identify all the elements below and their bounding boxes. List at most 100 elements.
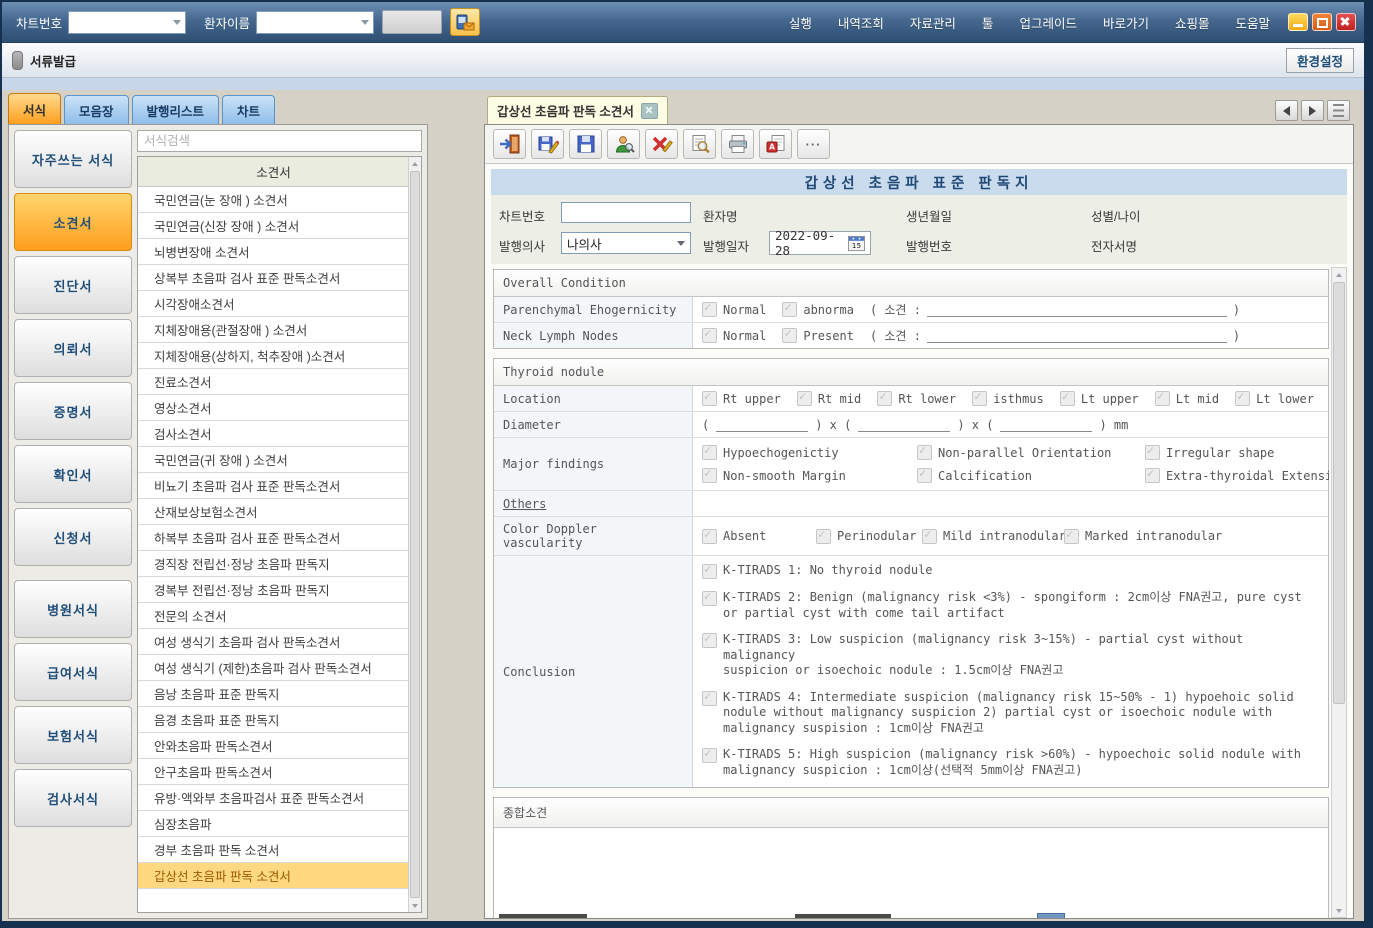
- category-button-5[interactable]: 확인서: [14, 445, 132, 503]
- checkbox-option[interactable]: Perinodular: [816, 529, 922, 544]
- checkbox-option[interactable]: Rt mid: [797, 391, 861, 406]
- pdf-export-button[interactable]: A: [759, 129, 792, 159]
- blank-line[interactable]: [858, 418, 950, 432]
- form-search-input[interactable]: [137, 130, 422, 152]
- preview-button[interactable]: [683, 129, 716, 159]
- form-list-item[interactable]: 여성 생식기 초음파 검사 판독소견서: [138, 629, 409, 655]
- top-menu-item[interactable]: 바로가기: [1103, 13, 1149, 32]
- category-button-9[interactable]: 보험서식: [14, 706, 132, 764]
- checkbox-option[interactable]: Rt lower: [877, 391, 956, 406]
- top-menu-item[interactable]: 도움말: [1235, 13, 1270, 32]
- form-list-item[interactable]: 갑상선 초음파 판독 소견서: [138, 863, 409, 889]
- conclusion-option[interactable]: K-TIRADS 5: High suspicion (malignancy r…: [702, 747, 1319, 778]
- form-list-item[interactable]: 안구초음파 판독소견서: [138, 759, 409, 785]
- summary-textarea[interactable]: [494, 828, 1328, 918]
- tab-scroll-left-button[interactable]: [1275, 100, 1298, 121]
- category-button-7[interactable]: 병원서식: [14, 580, 132, 638]
- checkbox-option[interactable]: Normal: [702, 302, 766, 317]
- minimize-icon[interactable]: [1288, 13, 1308, 31]
- scroll-up-icon[interactable]: [409, 157, 421, 170]
- patient-search-button[interactable]: [382, 10, 442, 34]
- issue-date-field[interactable]: 2022-09-28 15: [769, 231, 871, 255]
- form-list-item[interactable]: 경복부 전립선·정낭 초음파 판독지: [138, 577, 409, 603]
- form-list-item[interactable]: 상복부 초음파 검사 표준 판독소견서: [138, 265, 409, 291]
- category-button-2[interactable]: 진단서: [14, 256, 132, 314]
- top-menu-item[interactable]: 실행: [789, 13, 812, 32]
- conclusion-option[interactable]: K-TIRADS 1: No thyroid nodule: [702, 563, 1319, 579]
- form-scrollbar[interactable]: [1331, 267, 1347, 918]
- form-list-item[interactable]: 경직장 전립선·정낭 초음파 판독지: [138, 551, 409, 577]
- checkbox-option[interactable]: abnorma: [782, 302, 854, 317]
- form-list-item[interactable]: 음낭 초음파 표준 판독지: [138, 681, 409, 707]
- top-menu-item[interactable]: 툴: [982, 13, 994, 32]
- more-button[interactable]: ···: [797, 129, 830, 159]
- checkbox-option[interactable]: Normal: [702, 328, 766, 343]
- restore-icon[interactable]: [1312, 13, 1332, 31]
- checkbox-option[interactable]: Mild intranodular: [922, 529, 1064, 544]
- form-list-item[interactable]: 심장초음파: [138, 811, 409, 837]
- form-list-item[interactable]: 여성 생식기 (제한)초음파 검사 판독소견서: [138, 655, 409, 681]
- form-list-item[interactable]: 시각장애소견서: [138, 291, 409, 317]
- checkbox-option[interactable]: Calcification: [917, 468, 1145, 483]
- form-list-item[interactable]: 안와초음파 판독소견서: [138, 733, 409, 759]
- tab-list-button[interactable]: [1327, 100, 1350, 121]
- doctor-select[interactable]: 나의사: [561, 232, 691, 254]
- checkbox-option[interactable]: isthmus: [972, 391, 1044, 406]
- category-button-6[interactable]: 신청서: [14, 508, 132, 566]
- checkbox-option[interactable]: Marked intranodular: [1064, 529, 1319, 544]
- tab-close-icon[interactable]: [641, 103, 658, 119]
- checkbox-option[interactable]: Hypoechogenictiy: [702, 445, 917, 460]
- conclusion-option[interactable]: K-TIRADS 4: Intermediate suspicion (mali…: [702, 690, 1319, 737]
- form-list-item[interactable]: 산재보상보험소견서: [138, 499, 409, 525]
- chart-no-input[interactable]: [561, 202, 691, 223]
- left-tab-1[interactable]: 모음장: [64, 95, 129, 124]
- conclusion-option[interactable]: K-TIRADS 3: Low suspicion (malignancy ri…: [702, 632, 1319, 679]
- checkbox-option[interactable]: Absent: [702, 529, 816, 544]
- form-list-item[interactable]: 하복부 초음파 검사 표준 판독소견서: [138, 525, 409, 551]
- scrollbar-thumb[interactable]: [410, 171, 420, 898]
- scrollbar-thumb[interactable]: [1333, 282, 1345, 704]
- form-list-item[interactable]: 지체장애용(관절장애 ) 소견서: [138, 317, 409, 343]
- checkbox-option[interactable]: Extra-thyroidal Extension: [1145, 468, 1329, 483]
- chart-no-combobox[interactable]: [68, 11, 186, 34]
- form-list-item[interactable]: 경부 초음파 판독 소견서: [138, 837, 409, 863]
- sms-send-button[interactable]: [450, 8, 480, 36]
- category-button-3[interactable]: 의뢰서: [14, 319, 132, 377]
- save-button[interactable]: [569, 129, 602, 159]
- form-list-item[interactable]: 음경 초음파 표준 판독지: [138, 707, 409, 733]
- left-tab-0[interactable]: 서식: [8, 93, 61, 124]
- checkbox-option[interactable]: Lt lower: [1235, 391, 1314, 406]
- checkbox-option[interactable]: Lt upper: [1060, 391, 1139, 406]
- user-search-button[interactable]: [607, 129, 640, 159]
- scroll-up-icon[interactable]: [1332, 268, 1346, 281]
- settings-button[interactable]: 환경설정: [1286, 48, 1354, 73]
- form-list-item[interactable]: 국민연금(신장 장애 ) 소견서: [138, 213, 409, 239]
- form-list-scrollbar[interactable]: [408, 157, 421, 912]
- top-menu-item[interactable]: 쇼핑몰: [1175, 13, 1210, 32]
- checkbox-option[interactable]: Rt upper: [702, 391, 781, 406]
- top-menu-item[interactable]: 업그레이드: [1019, 13, 1077, 32]
- top-menu-item[interactable]: 자료관리: [910, 13, 956, 32]
- category-button-4[interactable]: 증명서: [14, 382, 132, 440]
- blank-line[interactable]: [927, 329, 1227, 343]
- left-tab-3[interactable]: 차트: [222, 95, 275, 124]
- left-tab-2[interactable]: 발행리스트: [132, 95, 220, 124]
- conclusion-option[interactable]: K-TIRADS 2: Benign (malignancy risk <3%)…: [702, 590, 1319, 621]
- document-tab[interactable]: 갑상선 초음파 판독 소견서: [487, 96, 668, 124]
- form-list-item[interactable]: 국민연금(귀 장애 ) 소견서: [138, 447, 409, 473]
- checkbox-option[interactable]: Present: [782, 328, 854, 343]
- blank-line[interactable]: [927, 303, 1227, 317]
- checkbox-option[interactable]: Non-parallel Orientation: [917, 445, 1145, 460]
- patient-name-combobox[interactable]: [256, 11, 374, 34]
- form-list-item[interactable]: 뇌병변장애 소견서: [138, 239, 409, 265]
- blank-line[interactable]: [1000, 418, 1092, 432]
- form-list-item[interactable]: 국민연금(눈 장애 ) 소견서: [138, 187, 409, 213]
- checkbox-option[interactable]: Lt mid: [1155, 391, 1219, 406]
- close-icon[interactable]: [1336, 13, 1356, 31]
- form-list-item[interactable]: 비뇨기 초음파 검사 표준 판독소견서: [138, 473, 409, 499]
- category-button-8[interactable]: 급여서식: [14, 643, 132, 701]
- scroll-down-icon[interactable]: [1332, 904, 1346, 917]
- form-list-item[interactable]: 유방·액와부 초음파검사 표준 판독소견서: [138, 785, 409, 811]
- calendar-icon[interactable]: 15: [848, 235, 865, 252]
- form-list-item[interactable]: 검사소견서: [138, 421, 409, 447]
